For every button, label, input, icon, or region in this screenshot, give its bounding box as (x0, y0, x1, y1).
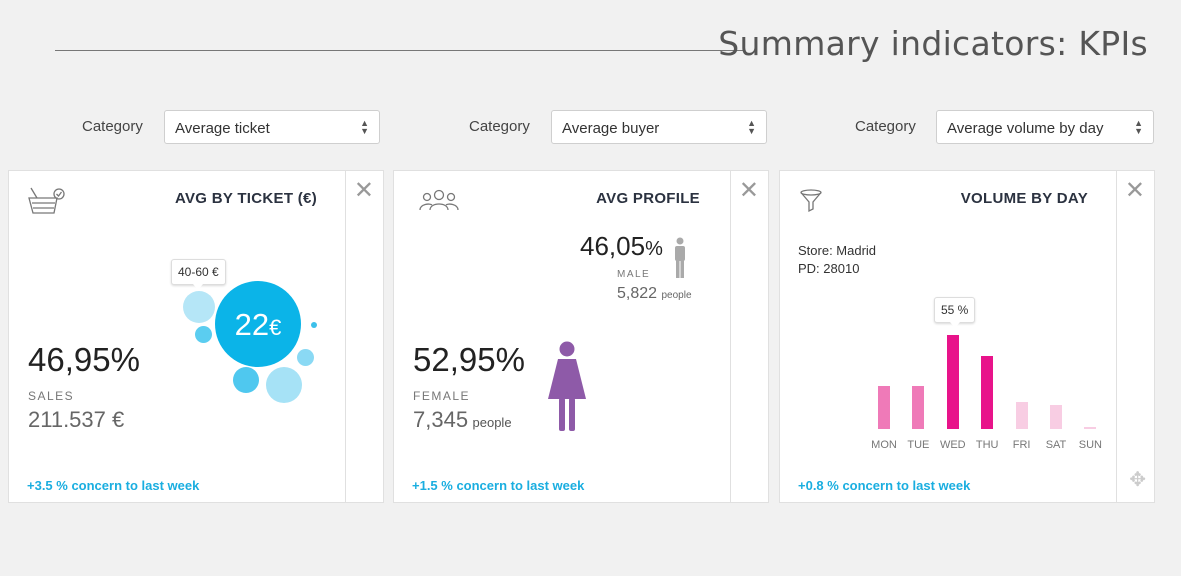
card-title: AVG PROFILE (596, 190, 700, 207)
male-count: 5,822 people (617, 285, 692, 303)
basket-icon (28, 187, 65, 214)
card-side-panel: ✕ (345, 171, 383, 502)
male-percent-value: 46,05 (580, 231, 646, 261)
volume-chart: 55 % MON TUE WED THU FRI SAT SUN (865, 297, 1110, 451)
bar-fri[interactable] (1015, 401, 1028, 429)
trend-note: +3.5 % concern to last week (27, 478, 200, 493)
main-bubble[interactable]: 22€ (215, 281, 301, 367)
select-arrows-icon: ▲ ▼ (747, 118, 756, 136)
trend-note: +1.5 % concern to last week (412, 478, 585, 493)
bubble[interactable] (311, 322, 317, 328)
bubble-value: 22 (234, 307, 270, 342)
male-figure-icon (675, 237, 685, 278)
card-title: VOLUME BY DAY (960, 190, 1088, 207)
select-value: Average volume by day (947, 120, 1104, 137)
bar-sun[interactable] (1084, 427, 1097, 429)
bubble[interactable] (233, 367, 259, 393)
female-count-value: 7,345 (413, 407, 469, 432)
close-icon[interactable]: ✕ (1125, 179, 1145, 203)
card-avg-profile: ✕ AVG PROFILE 46,05% MALE 5,822 people 5… (393, 170, 769, 503)
sales-percent-value: 46,95 (28, 341, 111, 378)
category-label-1: Category (82, 118, 143, 135)
move-icon[interactable]: ✥ (1129, 467, 1146, 492)
bar-mon[interactable] (878, 386, 890, 429)
female-figure-icon (548, 341, 586, 431)
day-label: SUN (1078, 439, 1102, 451)
percent-sign: % (110, 341, 140, 378)
select-value: Average buyer (562, 120, 660, 137)
female-percent: 52,95% (413, 341, 525, 379)
trend-note: +0.8 % concern to last week (798, 478, 971, 493)
postal-label: PD: 28010 (798, 261, 860, 276)
category-select-ticket[interactable]: Average ticket ▲ ▼ (164, 110, 380, 144)
bar-thu[interactable] (981, 355, 994, 429)
female-count-unit: people (472, 415, 512, 430)
funnel-icon (800, 189, 822, 213)
bubble[interactable] (183, 291, 215, 323)
category-label-3: Category (855, 118, 916, 135)
select-arrows-icon: ▲ ▼ (360, 118, 369, 136)
female-label: FEMALE (413, 389, 471, 403)
select-arrows-icon: ▲ ▼ (1134, 118, 1143, 136)
male-label: MALE (617, 269, 651, 280)
card-side-panel: ✕ ✥ (1116, 171, 1154, 502)
percent-sign: % (645, 238, 663, 260)
sales-amount: 211.537 € (28, 407, 125, 432)
store-label: Store: Madrid (798, 243, 877, 258)
male-count-unit: people (661, 290, 692, 301)
close-icon[interactable]: ✕ (354, 179, 374, 203)
bar-sat[interactable] (1050, 405, 1062, 429)
male-count-value: 5,822 (617, 285, 658, 302)
bar-tue[interactable] (912, 386, 925, 429)
bubble-unit: € (269, 315, 282, 340)
sales-percent: 46,95% (28, 341, 140, 379)
card-side-panel: ✕ (730, 171, 768, 502)
bubble[interactable] (297, 349, 314, 366)
female-percent-value: 52,95 (413, 341, 496, 378)
category-select-buyer[interactable]: Average buyer ▲ ▼ (551, 110, 767, 144)
female-count: 7,345 people (413, 407, 512, 433)
bubble[interactable] (266, 367, 302, 403)
bar-tooltip: 55 % (934, 297, 976, 328)
category-select-volume[interactable]: Average volume by day ▲ ▼ (936, 110, 1154, 144)
male-percent: 46,05% (580, 231, 663, 262)
people-icon (419, 189, 459, 211)
bubble[interactable] (195, 326, 212, 343)
card-avg-ticket: ✕ AVG BY TICKET (€) 46,95% SALES 211.537… (8, 170, 384, 503)
range-tooltip: 40-60 € (171, 259, 226, 290)
select-value: Average ticket (175, 120, 270, 137)
header-rule (55, 50, 744, 51)
bar-wed[interactable] (946, 335, 959, 429)
page-title: Summary indicators: KPIs (718, 24, 1148, 63)
close-icon[interactable]: ✕ (739, 179, 759, 203)
sales-label: SALES (28, 389, 75, 403)
category-label-2: Category (469, 118, 530, 135)
card-volume-by-day: ✕ ✥ VOLUME BY DAY Store: Madrid PD: 2801… (779, 170, 1155, 503)
card-title: AVG BY TICKET (€) (174, 190, 317, 207)
percent-sign: % (495, 341, 525, 378)
